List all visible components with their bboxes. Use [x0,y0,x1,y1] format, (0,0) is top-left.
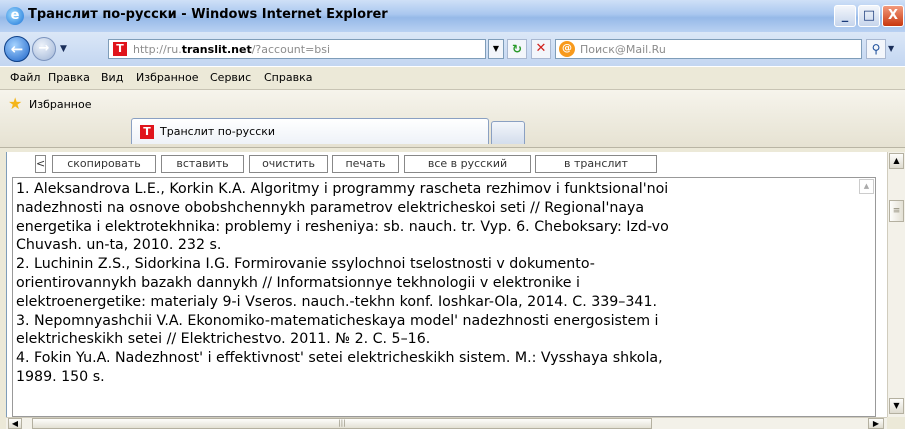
ie-icon: e [6,7,24,25]
forward-button[interactable]: → [32,37,56,61]
print-button[interactable]: печать [332,155,399,173]
page-vertical-scrollbar[interactable]: ▲ ≡ ▼ [887,152,905,417]
address-url: http://ru.translit.net/?account=bsi [133,43,331,56]
search-placeholder: Поиск@Mail.Ru [580,43,666,56]
search-icon[interactable]: ⚲ [866,39,886,59]
copy-button[interactable]: скопировать [52,155,156,173]
page-horizontal-scrollbar[interactable]: ◀ ||| ▶ [6,417,887,429]
scroll-left-icon[interactable]: ◀ [8,418,22,429]
scroll-thumb[interactable]: ≡ [889,200,904,222]
translit-site-icon: T [113,42,127,56]
scroll-down-icon[interactable]: ▼ [889,398,904,414]
search-options-icon[interactable]: ▼ [888,44,894,53]
history-dropdown-icon[interactable]: ▼ [60,44,67,54]
address-input[interactable]: T http://ru.translit.net/?account=bsi [108,39,486,59]
menu-bar: Файл Правка Вид Избранное Сервис Справка [0,66,905,90]
mailru-search-icon: @ [559,41,575,57]
menu-tools[interactable]: Сервис [210,71,251,84]
favorites-label: Избранное [29,98,92,111]
text-editor[interactable]: 1. Aleksandrova L.E., Korkin K.A. Algori… [12,177,876,417]
paste-button[interactable]: вставить [161,155,244,173]
menu-view[interactable]: Вид [101,71,123,84]
favorites-bar: ★ Избранное T Транслит по-русски [0,90,905,148]
text-line: nadezhnosti na osnove obobshchennykh par… [16,199,645,216]
text-line: 3. Nepomnyashchii V.A. Ekonomiko-matemat… [16,312,659,329]
text-line: 1989. 150 s. [16,368,105,385]
back-button[interactable]: ← [4,36,30,62]
tab-translit[interactable]: T Транслит по-русски [131,118,489,144]
menu-edit[interactable]: Правка [48,71,90,84]
minimize-button[interactable]: _ [834,5,856,27]
maximize-button[interactable]: □ [858,5,880,27]
search-input[interactable]: @ Поиск@Mail.Ru [555,39,862,59]
page-content: < скопировать вставить очистить печать в… [6,152,887,417]
refresh-icon[interactable]: ↻ [507,39,527,59]
scroll-up-icon[interactable]: ▲ [859,179,874,194]
text-line: energetika i elektrotekhnika: problemy i… [16,218,669,235]
scroll-thumb[interactable]: ||| [32,418,652,429]
to-russian-button[interactable]: все в русский [404,155,531,173]
window-title: Транслит по-русски - Windows Internet Ex… [28,7,388,22]
favorites-button[interactable]: ★ Избранное [6,94,124,116]
menu-favorites[interactable]: Избранное [136,71,198,84]
text-line: Chuvash. un-ta, 2010. 232 s. [16,237,222,254]
browser-window: e Транслит по-русски - Windows Internet … [0,0,905,429]
to-translit-button[interactable]: в транслит [535,155,657,173]
tab-label: Транслит по-русски [160,125,276,138]
text-line: 4. Fokin Yu.A. Nadezhnost' i effektivnos… [16,350,663,367]
stop-icon[interactable]: ✕ [531,39,551,59]
collapse-button[interactable]: < [35,155,46,173]
menu-file[interactable]: Файл [10,71,40,84]
text-line: 2. Luchinin Z.S., Sidorkina I.G. Formiro… [16,256,595,273]
scrollbar-corner [887,417,905,429]
address-toolbar: ← → ▼ T http://ru.translit.net/?account=… [0,32,905,66]
clear-button[interactable]: очистить [249,155,328,173]
text-line: orientirovannykh bazakh dannykh // Infor… [16,274,580,291]
text-line: 1. Aleksandrova L.E., Korkin K.A. Algori… [16,181,669,197]
translit-site-icon: T [140,125,154,139]
editor-scrollbar[interactable]: ▲ [859,179,875,415]
text-line: elektroenergetike: materialy 9-i Vseros.… [16,293,657,310]
text-line: elektricheskikh setei // Elektrichestvo.… [16,331,431,348]
new-tab-button[interactable] [491,121,525,144]
close-button[interactable]: X [882,5,904,27]
address-dropdown-icon[interactable]: ▼ [488,39,504,59]
scroll-right-icon[interactable]: ▶ [868,418,884,429]
scroll-up-icon[interactable]: ▲ [889,153,904,169]
editor-text: 1. Aleksandrova L.E., Korkin K.A. Algori… [16,180,854,387]
title-bar: e Транслит по-русски - Windows Internet … [0,0,905,32]
star-icon: ★ [8,94,23,113]
menu-help[interactable]: Справка [264,71,312,84]
